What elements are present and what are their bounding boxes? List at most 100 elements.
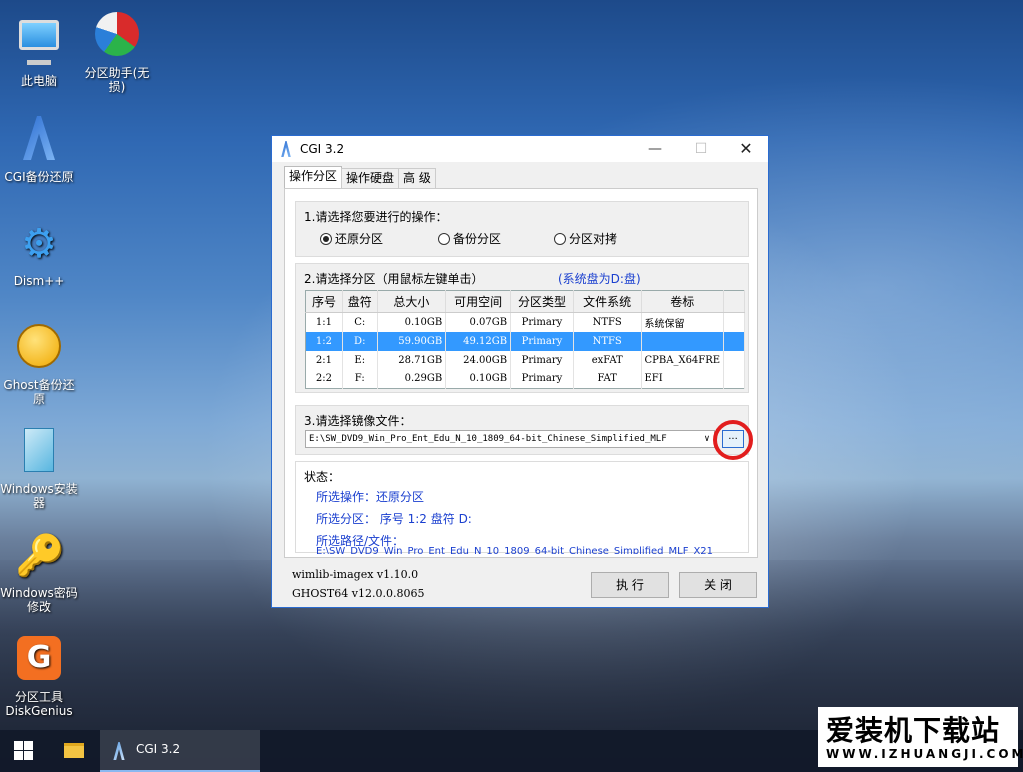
cell: 59.90GB bbox=[377, 331, 447, 351]
status-group: 状态： 所选操作：还原分区 所选分区： 序号 1:2 盘符 D: 所选路径/文件… bbox=[295, 461, 749, 554]
chevron-down-icon[interactable]: ∨ bbox=[700, 431, 714, 447]
cell: 1:2 bbox=[305, 331, 343, 351]
cell: 0.07GB bbox=[445, 312, 512, 332]
desktop-icon-label: 分区助手(无损) bbox=[84, 66, 150, 94]
cell: 28.71GB bbox=[377, 350, 447, 370]
col-header[interactable]: 总大小 bbox=[377, 290, 447, 313]
image-path-combobox[interactable]: E:\SW_DVD9_Win_Pro_Ent_Edu_N_10_1809_64-… bbox=[305, 430, 715, 448]
maximize-button[interactable]: ☐ bbox=[678, 136, 724, 162]
col-header[interactable]: 序号 bbox=[305, 290, 343, 313]
taskbar-file-explorer[interactable] bbox=[54, 730, 94, 772]
desktop-icon-diskgenius[interactable]: G 分区工具DiskGenius bbox=[0, 636, 78, 718]
start-button[interactable] bbox=[0, 730, 48, 772]
radio-dot bbox=[554, 232, 566, 245]
desktop-icon-ghost[interactable]: Ghost备份还原 bbox=[0, 324, 78, 406]
table-row[interactable]: 1:1 C: 0.10GB 0.07GB Primary NTFS 系统保留 bbox=[305, 312, 745, 332]
tab-operate-partition[interactable]: 操作分区 bbox=[284, 166, 343, 188]
image-file-group: 3.请选择镜像文件： E:\SW_DVD9_Win_Pro_Ent_Edu_N_… bbox=[295, 405, 753, 460]
radio-backup[interactable]: 备份分区 bbox=[438, 230, 501, 247]
desktop-icon-dism[interactable]: ⚙ Dism++ bbox=[0, 220, 78, 288]
cell: 系统保留 bbox=[641, 312, 725, 332]
cell: 49.12GB bbox=[445, 331, 512, 351]
desktop-icon-partition-assistant[interactable]: 分区助手(无损) bbox=[78, 12, 156, 94]
cell: Primary bbox=[510, 331, 574, 351]
cgi-app-icon bbox=[281, 141, 291, 157]
cell: 1:1 bbox=[305, 312, 343, 332]
col-header[interactable]: 文件系统 bbox=[573, 290, 642, 313]
cell: C: bbox=[342, 312, 378, 332]
col-header[interactable]: 分区类型 bbox=[510, 290, 574, 313]
table-row[interactable]: 2:1 E: 28.71GB 24.00GB Primary exFAT CPB… bbox=[305, 350, 745, 370]
cell: Primary bbox=[510, 350, 574, 370]
col-header[interactable]: 可用空间 bbox=[445, 290, 512, 313]
watermark-title: 爱装机下载站 bbox=[826, 714, 1001, 747]
table-header-row: 序号 盘符 总大小 可用空间 分区类型 文件系统 卷标 bbox=[305, 290, 745, 313]
table-row-selected[interactable]: 1:2 D: 59.90GB 49.12GB Primary NTFS bbox=[305, 331, 745, 351]
cell-filler bbox=[723, 331, 745, 351]
status-operation: 所选操作：还原分区 bbox=[316, 490, 425, 504]
radio-label: 备份分区 bbox=[453, 232, 502, 246]
system-disk-note: (系统盘为D:盘) bbox=[558, 272, 641, 286]
tab-operate-disk[interactable]: 操作硬盘 bbox=[341, 168, 400, 188]
desktop-icon-label: CGI备份还原 bbox=[4, 170, 74, 184]
cell: 24.00GB bbox=[445, 350, 512, 370]
title-bar[interactable]: CGI 3.2 — ☐ ✕ bbox=[272, 136, 768, 162]
site-watermark: 爱装机下载站 WWW.IZHUANGJI.COM bbox=[818, 707, 1023, 767]
radio-restore[interactable]: 还原分区 bbox=[320, 230, 383, 247]
installer-icon bbox=[15, 428, 63, 476]
execute-button[interactable]: 执 行 bbox=[591, 572, 669, 598]
cell: NTFS bbox=[573, 312, 642, 332]
cell: 0.10GB bbox=[377, 312, 447, 332]
windows-logo-pane bbox=[24, 751, 33, 760]
cell: EFI bbox=[641, 369, 725, 389]
col-header[interactable]: 卷标 bbox=[641, 290, 725, 313]
windows-logo-pane bbox=[14, 751, 23, 760]
cell: NTFS bbox=[573, 331, 642, 351]
window-title: CGI 3.2 bbox=[300, 142, 345, 156]
highlight-circle bbox=[713, 420, 753, 460]
desktop-icon-password[interactable]: 🔑 Windows密码修改 bbox=[0, 532, 78, 614]
table-row[interactable]: 2:2 F: 0.29GB 0.10GB Primary FAT EFI bbox=[305, 369, 745, 389]
ghost-icon bbox=[15, 324, 63, 372]
cgi-app-icon bbox=[113, 742, 125, 760]
operation-group: 1.请选择您要进行的操作： 还原分区 备份分区 分区对拷 bbox=[295, 201, 749, 257]
partition-group: 2.请选择分区（用鼠标左键单击） (系统盘为D:盘) 序号 盘符 总大小 可用空… bbox=[295, 263, 749, 393]
desktop-icon-label: Dism++ bbox=[13, 274, 65, 288]
tab-panel: 1.请选择您要进行的操作： 还原分区 备份分区 分区对拷 2.请选择分区（用鼠标… bbox=[284, 188, 758, 558]
cell: 0.29GB bbox=[377, 369, 447, 389]
desktop-icon-cgi[interactable]: CGI备份还原 bbox=[0, 116, 78, 184]
cell-filler bbox=[723, 350, 745, 370]
radio-copy[interactable]: 分区对拷 bbox=[554, 230, 617, 247]
key-icon: 🔑 bbox=[15, 533, 65, 579]
partition-title: 2.请选择分区（用鼠标左键单击） bbox=[304, 272, 484, 286]
desktop-icon-this-pc[interactable]: 此电脑 bbox=[0, 12, 78, 88]
cell: 2:2 bbox=[305, 369, 343, 389]
col-header-filler bbox=[723, 290, 745, 313]
windows-logo-icon bbox=[14, 741, 23, 750]
minimize-button[interactable]: — bbox=[632, 136, 678, 162]
operation-title: 1.请选择您要进行的操作： bbox=[304, 210, 448, 224]
radio-dot bbox=[438, 232, 450, 245]
radio-label: 分区对拷 bbox=[569, 232, 618, 246]
ghost-version: GHOST64 v12.0.0.8065 bbox=[292, 587, 425, 600]
taskbar-cgi-app[interactable]: CGI 3.2 bbox=[100, 730, 260, 772]
col-header[interactable]: 盘符 bbox=[342, 290, 378, 313]
wimlib-version: wimlib-imagex v1.10.0 bbox=[292, 568, 419, 581]
image-path-value: E:\SW_DVD9_Win_Pro_Ent_Edu_N_10_1809_64-… bbox=[309, 434, 667, 444]
diskgenius-icon: G bbox=[15, 636, 63, 684]
partition-table: 序号 盘符 总大小 可用空间 分区类型 文件系统 卷标 1:1 C: 0.10G… bbox=[305, 290, 745, 389]
watermark-url: WWW.IZHUANGJI.COM bbox=[826, 747, 1023, 761]
cell-filler bbox=[723, 312, 745, 332]
close-button[interactable]: 关 闭 bbox=[679, 572, 757, 598]
gear-icon: ⚙ bbox=[21, 221, 57, 267]
desktop-icon-label: 此电脑 bbox=[20, 74, 57, 88]
tab-advanced[interactable]: 高 级 bbox=[398, 168, 436, 188]
folder-icon bbox=[64, 743, 84, 758]
cgi-window: CGI 3.2 — ☐ ✕ 操作分区 操作硬盘 高 级 1.请选择您要进行的操作… bbox=[271, 135, 769, 608]
image-file-title: 3.请选择镜像文件： bbox=[304, 414, 412, 428]
cell-filler bbox=[723, 369, 745, 389]
close-window-button[interactable]: ✕ bbox=[723, 136, 769, 162]
radio-dot-checked bbox=[320, 232, 332, 245]
desktop-icon-windows-installer[interactable]: Windows安装器 bbox=[0, 428, 78, 510]
status-partition: 所选分区： 序号 1:2 盘符 D: bbox=[316, 512, 472, 526]
